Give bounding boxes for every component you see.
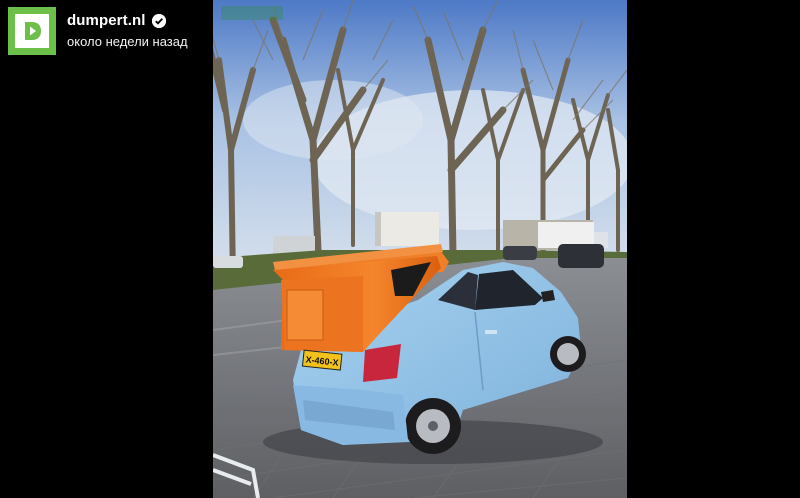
verified-check-icon [151, 13, 166, 28]
channel-info: dumpert.nl около недели назад [67, 12, 188, 49]
post-timestamp: около недели назад [67, 34, 188, 49]
channel-avatar-logo[interactable] [8, 7, 56, 55]
video-scene: X-460-X [213, 0, 627, 498]
video-header: dumpert.nl около недели назад [8, 7, 188, 55]
dumpert-watermark-icon [221, 6, 283, 20]
video-frame[interactable]: X-460-X [213, 0, 627, 498]
channel-name[interactable]: dumpert.nl [67, 12, 146, 29]
distant-car [558, 244, 604, 268]
building [375, 212, 439, 246]
play-logo-icon [15, 14, 49, 48]
